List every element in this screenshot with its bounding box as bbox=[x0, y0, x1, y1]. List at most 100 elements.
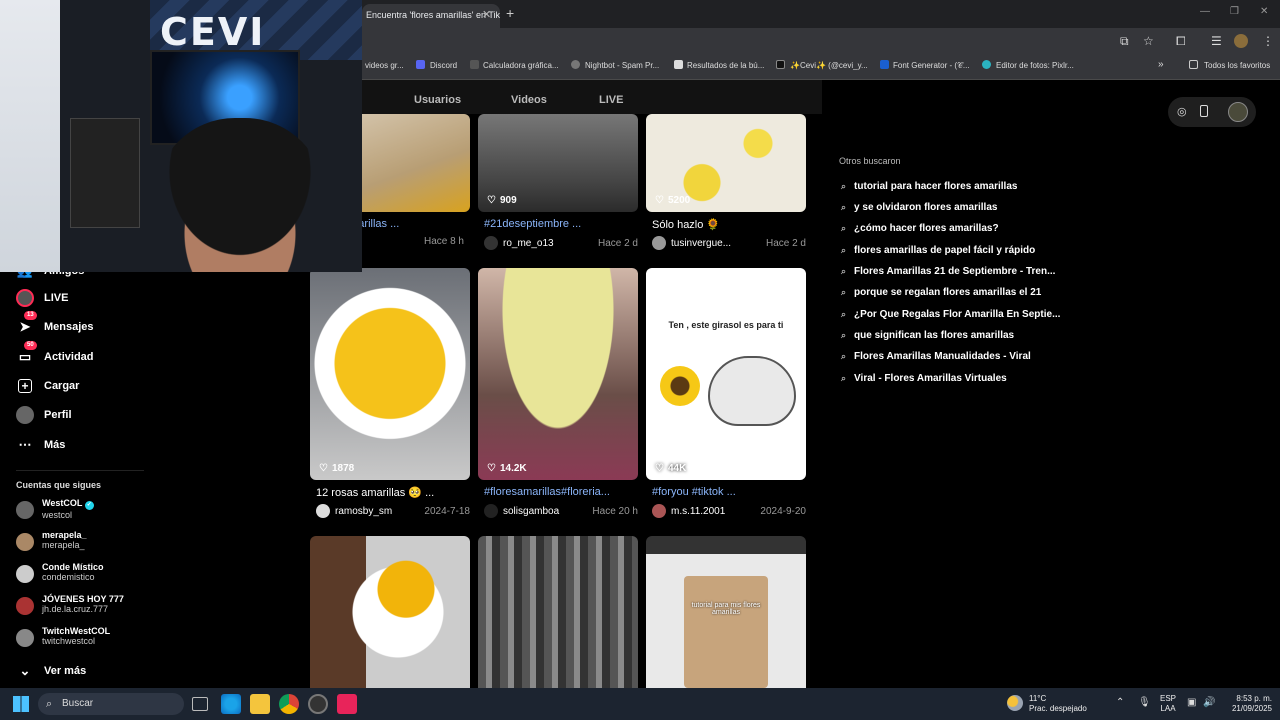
related-search-item[interactable]: ⌕ Flores Amarillas Manualidades - Viral bbox=[841, 351, 1031, 362]
tab-live[interactable]: LIVE bbox=[599, 94, 623, 106]
video-author[interactable]: solisgamboa bbox=[503, 506, 559, 517]
weather-widget[interactable]: 11°C Prac. despejado bbox=[1029, 694, 1087, 714]
compass-icon[interactable]: ◎ bbox=[1177, 105, 1187, 118]
account-name: JÓVENES HOY 777 bbox=[42, 594, 124, 604]
file-explorer-icon[interactable] bbox=[250, 694, 270, 714]
bookmark-item[interactable]: Discord bbox=[430, 61, 457, 70]
bookmark-item[interactable]: Editor de fotos: Pixlr... bbox=[996, 61, 1074, 70]
close-tab-icon[interactable]: ✕ bbox=[482, 8, 491, 21]
new-tab-icon[interactable]: + bbox=[506, 5, 514, 21]
reading-list-icon[interactable]: ☰ bbox=[1211, 34, 1222, 48]
video-card[interactable]: ♡ 909 bbox=[478, 114, 638, 212]
taskbar-search[interactable]: Buscar bbox=[38, 693, 184, 715]
chevron-up-icon[interactable]: ⌃ bbox=[1116, 697, 1124, 708]
related-search-item[interactable]: ⌕ que significan las flores amarillas bbox=[841, 330, 1014, 341]
related-search-item[interactable]: ⌕ Viral - Flores Amarillas Virtuales bbox=[841, 373, 1007, 384]
bookmark-star-icon[interactable]: ☆ bbox=[1143, 34, 1154, 48]
video-date: Hace 2 d bbox=[597, 237, 638, 249]
tab-videos[interactable]: Videos bbox=[511, 94, 547, 106]
volume-icon[interactable]: 🔊 bbox=[1203, 697, 1215, 708]
network-icon[interactable]: ▣ bbox=[1187, 697, 1196, 708]
live-icon bbox=[16, 289, 34, 307]
bookmark-item[interactable]: ✨Cevi✨ (@cevi_y... bbox=[790, 61, 868, 70]
likes-count: ♡ 14.2K bbox=[487, 463, 527, 474]
following-account[interactable]: Conde Místico condemistico bbox=[16, 562, 104, 583]
close-window-icon[interactable]: ✕ bbox=[1260, 6, 1268, 17]
video-author[interactable]: ro_me_o13 bbox=[503, 238, 554, 249]
profile-icon bbox=[16, 406, 34, 424]
video-caption[interactable]: #21deseptiembre ... bbox=[484, 218, 644, 230]
sidebar-item-profile[interactable]: Perfil bbox=[16, 406, 72, 424]
following-account[interactable]: merapela_ merapela_ bbox=[16, 530, 87, 551]
bookmark-item[interactable]: Calculadora gráfica... bbox=[483, 61, 559, 70]
bookmark-item[interactable]: Nightbot - Spam Pr... bbox=[585, 61, 659, 70]
extensions-icon[interactable]: ⧠ bbox=[1176, 34, 1186, 49]
related-search-item[interactable]: ⌕ porque se regalan flores amarillas el 2… bbox=[841, 287, 1041, 298]
weather-icon[interactable] bbox=[1007, 695, 1023, 711]
all-bookmarks[interactable]: Todos los favoritos bbox=[1204, 61, 1270, 70]
video-caption[interactable]: Sólo hazlo 🌻 bbox=[652, 218, 812, 231]
video-author[interactable]: tusinvergue... bbox=[671, 238, 731, 249]
video-card[interactable]: ♡ 5200 bbox=[646, 114, 806, 212]
following-account[interactable]: JÓVENES HOY 777 jh.de.la.cruz.777 bbox=[16, 594, 124, 615]
sidebar-divider bbox=[16, 470, 144, 471]
search-icon: ⌕ bbox=[841, 266, 847, 276]
related-search-label: porque se regalan flores amarillas el 21 bbox=[854, 287, 1042, 298]
phone-icon[interactable] bbox=[1200, 105, 1208, 117]
bookmark-item[interactable]: Font Generator - (𝒞... bbox=[893, 61, 970, 71]
sidebar-item-messages[interactable]: ➤ 13 Mensajes bbox=[16, 311, 94, 336]
clock[interactable]: 8:53 p. m. 21/09/2025 bbox=[1222, 694, 1272, 714]
more-bookmarks-icon[interactable]: » bbox=[1158, 59, 1164, 70]
see-more-button[interactable]: ⌄ Ver más bbox=[16, 662, 87, 680]
profile-avatar-icon[interactable] bbox=[1234, 34, 1248, 48]
related-search-item[interactable]: ⌕ flores amarillas de papel fácil y rápid… bbox=[841, 245, 1035, 256]
video-author[interactable]: ramosby_sm bbox=[335, 506, 392, 517]
video-caption[interactable]: #foryou #tiktok ... bbox=[652, 486, 812, 498]
task-view-icon[interactable] bbox=[192, 697, 208, 711]
folder-icon bbox=[1189, 60, 1198, 69]
video-card[interactable]: ♡ 14.2K bbox=[478, 268, 638, 480]
related-search-item[interactable]: ⌕ ¿Por Que Regalas Flor Amarilla En Septi… bbox=[841, 309, 1060, 320]
video-date: 2024-7-18 bbox=[424, 505, 470, 517]
following-title: Cuentas que sigues bbox=[16, 480, 102, 490]
related-search-item[interactable]: ⌕ y se olvidaron flores amarillas bbox=[841, 202, 997, 213]
video-card[interactable]: Ten , este girasol es para ti ♡ 44K bbox=[646, 268, 806, 480]
related-search-item[interactable]: ⌕ tutorial para hacer flores amarillas bbox=[841, 181, 1017, 192]
language-indicator[interactable]: ESP LAA bbox=[1160, 694, 1176, 714]
tab-users[interactable]: Usuarios bbox=[414, 94, 461, 106]
related-search-item[interactable]: ⌕ Flores Amarillas 21 de Septiembre - Tre… bbox=[841, 266, 1055, 277]
browser-tab[interactable]: Encuentra 'flores amarillas' en TikTok bbox=[362, 4, 500, 28]
following-account[interactable]: WestCOL ✓ westcol bbox=[16, 498, 94, 520]
video-card[interactable] bbox=[310, 536, 470, 688]
windows-start-icon[interactable] bbox=[13, 696, 29, 712]
sidebar-item-more[interactable]: ⋯ Más bbox=[16, 436, 66, 454]
edge-icon[interactable] bbox=[221, 694, 241, 714]
video-card[interactable]: tutorial para mis flores amarillas bbox=[646, 536, 806, 688]
sidebar-item-label: Cargar bbox=[44, 380, 80, 392]
tiktok-app-icon[interactable] bbox=[337, 694, 357, 714]
search-icon: ⌕ bbox=[841, 223, 847, 233]
taskbar-search-label: Buscar bbox=[62, 698, 94, 709]
cast-icon[interactable]: ⧉ bbox=[1120, 34, 1129, 49]
video-card[interactable] bbox=[478, 536, 638, 688]
bookmark-item[interactable]: videos gr... bbox=[365, 61, 404, 70]
video-caption[interactable]: 12 rosas amarillas 🥺 ... bbox=[316, 486, 476, 499]
upload-icon: + bbox=[18, 379, 32, 393]
following-account[interactable]: TwitchWestCOL twitchwestcol bbox=[16, 626, 110, 647]
video-caption[interactable]: #floresamarillas#floreria... bbox=[484, 486, 644, 498]
related-search-label: flores amarillas de papel fácil y rápido bbox=[854, 245, 1036, 256]
video-author[interactable]: m.s.11.2001 bbox=[671, 506, 725, 517]
minimize-icon[interactable]: — bbox=[1200, 6, 1210, 17]
sidebar-item-live[interactable]: LIVE bbox=[16, 289, 68, 307]
maximize-icon[interactable]: ❐ bbox=[1230, 6, 1239, 17]
browser-menu-icon[interactable]: ⋮ bbox=[1262, 34, 1274, 48]
bookmark-item[interactable]: Resultados de la bú... bbox=[687, 61, 764, 70]
video-card[interactable]: ♡ 1878 bbox=[310, 268, 470, 480]
obs-icon[interactable] bbox=[308, 694, 328, 714]
related-search-item[interactable]: ⌕ ¿cómo hacer flores amarillas? bbox=[841, 223, 999, 234]
sidebar-item-activity[interactable]: ▭ 50 Actividad bbox=[16, 341, 94, 366]
chrome-icon[interactable] bbox=[279, 694, 299, 714]
sidebar-item-upload[interactable]: + Cargar bbox=[16, 377, 79, 395]
microphone-icon[interactable]: 🎙 bbox=[1138, 697, 1151, 708]
user-avatar-icon[interactable] bbox=[1228, 102, 1248, 122]
